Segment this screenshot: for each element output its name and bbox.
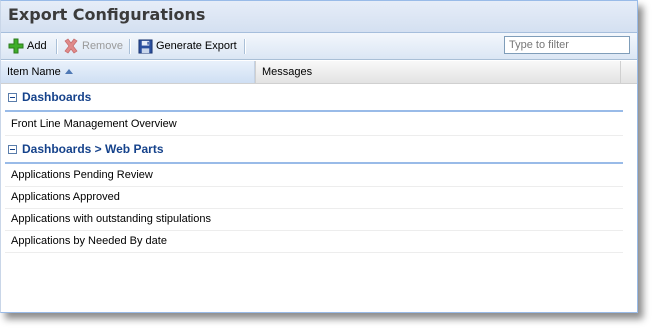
group-header-dashboards[interactable]: Dashboards <box>5 86 623 112</box>
save-disk-icon <box>138 38 153 54</box>
collapse-icon[interactable] <box>8 92 17 102</box>
collapse-icon[interactable] <box>8 144 17 154</box>
column-header-label: Item Name <box>7 66 61 78</box>
sort-ascending-icon <box>64 69 73 74</box>
remove-button[interactable]: Remove <box>63 37 123 55</box>
group-label: Dashboards > Web Parts <box>22 142 164 156</box>
panel-title: Export Configurations <box>8 5 206 24</box>
remove-label: Remove <box>82 40 123 52</box>
filter-input[interactable] <box>504 36 630 54</box>
table-row[interactable]: Applications by Needed By date <box>5 230 623 253</box>
column-header-label: Messages <box>262 66 313 78</box>
delete-x-icon <box>63 38 79 54</box>
toolbar-separator <box>129 39 131 54</box>
generate-export-button[interactable]: Generate Export <box>138 37 237 55</box>
table-row[interactable]: Front Line Management Overview <box>5 113 623 136</box>
export-configurations-panel: Export Configurations Add Remove Generat… <box>0 0 638 313</box>
add-label: Add <box>27 40 47 52</box>
toolbar-separator <box>56 39 58 54</box>
generate-export-label: Generate Export <box>156 40 237 52</box>
column-header-messages[interactable]: Messages <box>255 61 621 83</box>
column-header-item-name[interactable]: Item Name <box>1 61 255 83</box>
add-button[interactable]: Add <box>8 37 47 55</box>
table-row[interactable]: Applications Pending Review <box>5 164 623 187</box>
table-row[interactable]: Applications with outstanding stipulatio… <box>5 208 623 231</box>
toolbar: Add Remove Generate Export <box>1 33 637 60</box>
title-bar: Export Configurations <box>1 1 637 33</box>
table-row[interactable]: Applications Approved <box>5 186 623 209</box>
group-header-web-parts[interactable]: Dashboards > Web Parts <box>5 138 623 164</box>
plus-icon <box>8 38 24 54</box>
grid-header: Item Name Messages <box>1 61 637 84</box>
toolbar-separator <box>244 39 246 54</box>
group-label: Dashboards <box>22 90 92 104</box>
